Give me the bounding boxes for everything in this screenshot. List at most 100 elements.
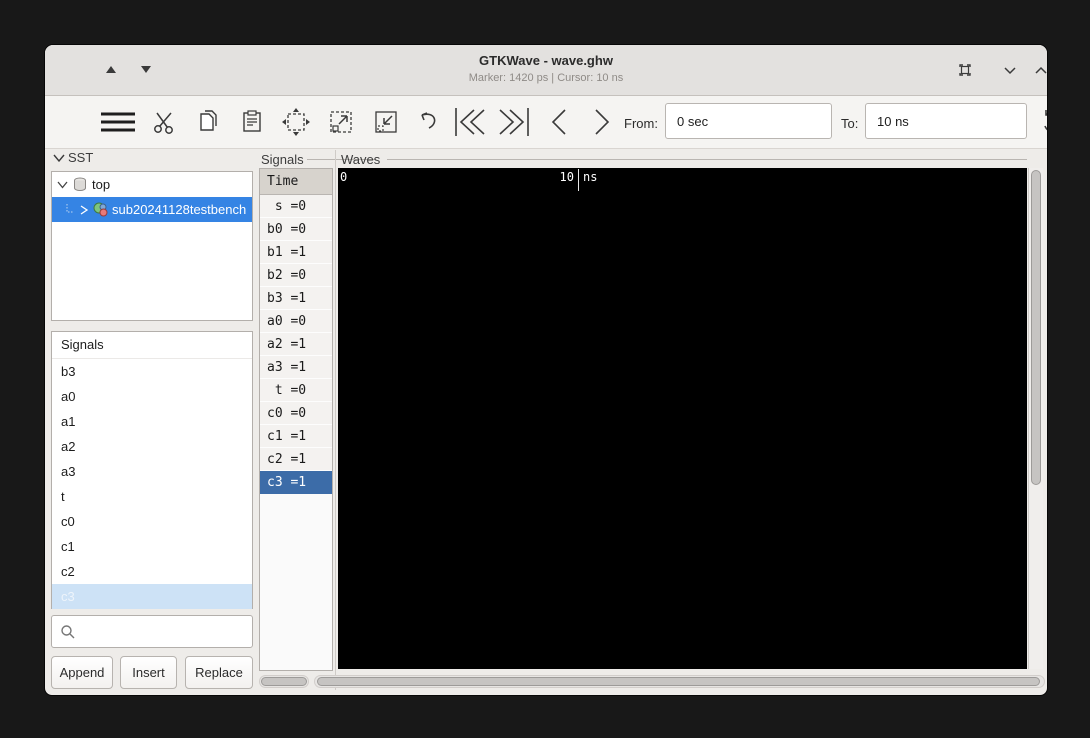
hamburger-menu-icon — [101, 112, 135, 132]
next-edge-button[interactable] — [588, 106, 616, 138]
menu-button[interactable] — [98, 106, 138, 138]
values-hscrollbar-track[interactable] — [259, 675, 309, 688]
marker-cursor-status: Marker: 1420 ps | Cursor: 10 ns — [468, 72, 624, 84]
list-item-a2[interactable]: a2 — [52, 434, 252, 459]
zoom-in-button[interactable] — [324, 106, 358, 138]
value-row-a0[interactable]: a0 =0 — [260, 310, 332, 333]
reload-button[interactable] — [1037, 106, 1047, 138]
chevron-down-icon — [1004, 67, 1016, 75]
panel-splitter[interactable] — [335, 150, 336, 690]
value-row-c2[interactable]: c2 =1 — [260, 448, 332, 471]
replace-button[interactable]: Replace — [185, 656, 253, 689]
titlebar[interactable]: GTKWave - wave.ghw Marker: 1420 ps | Cur… — [45, 45, 1047, 96]
value-row-b3[interactable]: b3 =1 — [260, 287, 332, 310]
signal-values: s =0 b0 =0 b1 =1 b2 =0 b3 =1 a0 =0 a2 =1 a3 =1 … — [260, 195, 332, 494]
value-row-b2[interactable]: b2 =0 — [260, 264, 332, 287]
restore-icon — [959, 64, 971, 76]
restore-button[interactable] — [956, 61, 974, 79]
signal-browser-header: Signals — [52, 332, 252, 359]
sst-header[interactable]: SST — [53, 150, 93, 165]
minimize-button[interactable] — [1003, 65, 1017, 75]
wave-vscrollbar-thumb[interactable] — [1031, 170, 1041, 485]
tree-item-top[interactable]: top — [52, 172, 252, 197]
zoom-fit-icon — [282, 108, 310, 136]
maximize-button[interactable] — [1034, 65, 1047, 75]
value-row-c0[interactable]: c0 =0 — [260, 402, 332, 425]
signal-browser: Signals b3 a0 a1 a2 a3 t c0 c1 c2 c3 — [51, 331, 253, 609]
insert-label: Insert — [132, 665, 165, 680]
time-column-header: Time — [260, 169, 332, 195]
chevron-up-icon — [1035, 66, 1047, 74]
value-row-t[interactable]: t =0 — [260, 379, 332, 402]
wave-traces — [338, 168, 1027, 669]
clipboard-icon — [243, 110, 261, 132]
skip-to-end-button[interactable] — [497, 106, 531, 138]
paste-button[interactable] — [237, 106, 267, 138]
from-value: 0 sec — [677, 113, 709, 129]
replace-label: Replace — [195, 665, 243, 680]
prev-edge-button[interactable] — [545, 106, 573, 138]
wave-vscrollbar-track[interactable] — [1028, 168, 1043, 669]
list-item-c2[interactable]: c2 — [52, 559, 252, 584]
triangle-down-icon — [141, 66, 151, 73]
value-row-s[interactable]: s =0 — [260, 195, 332, 218]
search-icon — [61, 624, 75, 638]
search-input[interactable] — [51, 615, 253, 648]
value-row-a3[interactable]: a3 =1 — [260, 356, 332, 379]
wave-hscrollbar-thumb[interactable] — [317, 677, 1040, 686]
undo-arrow-icon — [421, 112, 436, 129]
to-label: To: — [841, 116, 859, 131]
from-input[interactable]: 0 sec — [665, 103, 832, 139]
double-chevron-right-bar-icon — [499, 108, 529, 136]
wave-hscrollbar-track[interactable] — [314, 675, 1045, 688]
scissors-icon — [154, 112, 173, 134]
append-button[interactable]: Append — [51, 656, 113, 689]
gtkwave-window: GTKWave - wave.ghw Marker: 1420 ps | Cur… — [44, 44, 1048, 696]
zoom-in-icon — [330, 111, 352, 133]
tree-item-testbench[interactable]: sub20241128testbench — [52, 197, 252, 222]
list-item-c0[interactable]: c0 — [52, 509, 252, 534]
zoom-fit-button[interactable] — [279, 106, 313, 138]
list-item-a3[interactable]: a3 — [52, 459, 252, 484]
insert-button[interactable]: Insert — [120, 656, 177, 689]
value-row-a2[interactable]: a2 =1 — [260, 333, 332, 356]
zoom-out-button[interactable] — [369, 106, 403, 138]
list-item-b3[interactable]: b3 — [52, 359, 252, 384]
copy-icon — [200, 110, 217, 131]
cut-button[interactable] — [149, 106, 179, 138]
list-item-c1[interactable]: c1 — [52, 534, 252, 559]
tree-connector-icon — [66, 203, 74, 212]
value-row-b1[interactable]: b1 =1 — [260, 241, 332, 264]
window-title: GTKWave - wave.ghw — [479, 53, 613, 68]
chevron-down-icon — [53, 154, 65, 162]
tree-item-label: sub20241128testbench — [112, 202, 247, 217]
value-row-c1[interactable]: c1 =1 — [260, 425, 332, 448]
tree-item-label: top — [92, 177, 111, 192]
triangle-up-icon — [106, 66, 116, 73]
value-row-b0[interactable]: b0 =0 — [260, 218, 332, 241]
sst-tree: top sub20241128testbench — [51, 171, 253, 321]
to-value: 10 ns — [877, 113, 909, 129]
shade-button[interactable] — [106, 66, 116, 73]
undo-button[interactable] — [413, 106, 443, 138]
values-hscrollbar-thumb[interactable] — [261, 677, 307, 686]
to-input[interactable]: 10 ns — [865, 103, 1027, 139]
module-icon — [93, 202, 108, 217]
list-item-a1[interactable]: a1 — [52, 409, 252, 434]
waves-frame-label: Waves — [341, 152, 381, 167]
expander-right-icon — [80, 204, 89, 215]
frame-line — [387, 159, 1027, 160]
chevron-right-icon — [595, 109, 610, 135]
list-item-a0[interactable]: a0 — [52, 384, 252, 409]
values-panel: Time s =0 b0 =0 b1 =1 b2 =0 b3 =1 a0 =0 a2 =1 a… — [259, 168, 333, 671]
value-row-c3[interactable]: c3 =1 — [260, 471, 332, 494]
sst-label: SST — [68, 150, 94, 165]
toolbar: From: 0 sec To: 10 ns — [45, 96, 1047, 149]
append-label: Append — [59, 665, 105, 680]
copy-button[interactable] — [193, 106, 223, 138]
list-item-t[interactable]: t — [52, 484, 252, 509]
unshade-button[interactable] — [141, 66, 151, 73]
skip-to-start-button[interactable] — [453, 106, 487, 138]
list-item-c3[interactable]: c3 — [52, 584, 252, 609]
wave-canvas[interactable]: 0 10 ns — [338, 168, 1027, 669]
